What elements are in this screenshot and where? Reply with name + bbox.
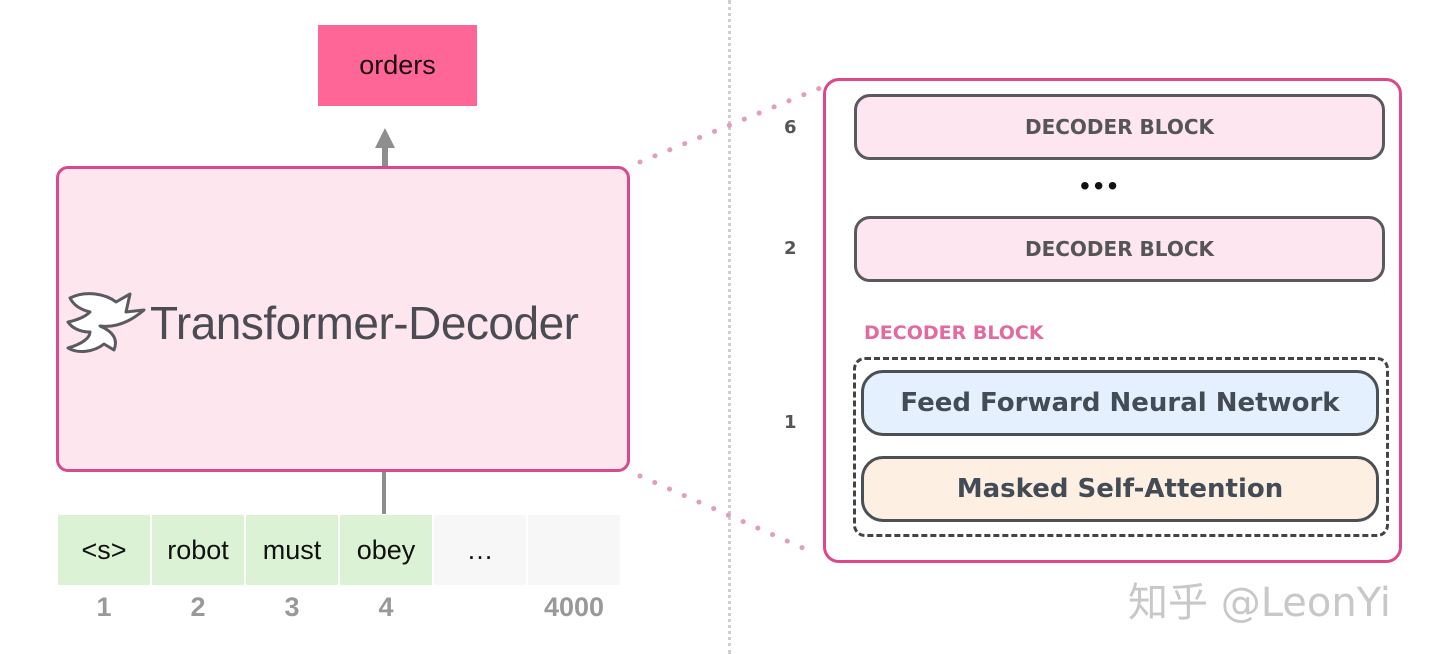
output-token-label: orders xyxy=(359,50,436,80)
position-label: 2 xyxy=(190,592,206,622)
transformers-logo-icon xyxy=(66,292,146,353)
ellipsis-icon: ••• xyxy=(1080,170,1122,201)
masked-self-attention-layer: Masked Self-Attention xyxy=(861,456,1379,522)
arrow-up-icon xyxy=(375,128,395,168)
token-cell: obey xyxy=(340,515,432,585)
input-token-row: <s> robot must obey … xyxy=(58,515,620,585)
decoder-block: DECODER BLOCK xyxy=(854,94,1385,160)
position-label: 4000 xyxy=(543,592,605,622)
position-label xyxy=(434,592,526,623)
layer-number: 1 xyxy=(784,412,797,433)
output-token-box: orders xyxy=(318,25,477,106)
feed-forward-layer: Feed Forward Neural Network xyxy=(861,370,1379,436)
token-cell: … xyxy=(434,515,526,585)
decoder-title: Transformer-Decoder xyxy=(150,297,579,349)
position-label: 4 xyxy=(378,592,394,622)
position-label: 3 xyxy=(284,592,300,622)
watermark: 知乎 @LeonYi xyxy=(1128,580,1391,626)
token-cell: robot xyxy=(152,515,244,585)
layer-number: 2 xyxy=(784,238,797,259)
expanded-block-label: DECODER BLOCK xyxy=(864,322,1044,344)
token-cell xyxy=(528,515,620,585)
decoder-block: DECODER BLOCK xyxy=(854,216,1385,282)
token-cell: must xyxy=(246,515,338,585)
layer-number: 6 xyxy=(784,117,797,138)
position-index-row: 1 2 3 4 4000 xyxy=(58,592,620,623)
input-connector-line xyxy=(382,472,386,514)
connector-bottom xyxy=(637,473,815,555)
token-cell: <s> xyxy=(58,515,150,585)
position-label: 1 xyxy=(96,592,112,622)
